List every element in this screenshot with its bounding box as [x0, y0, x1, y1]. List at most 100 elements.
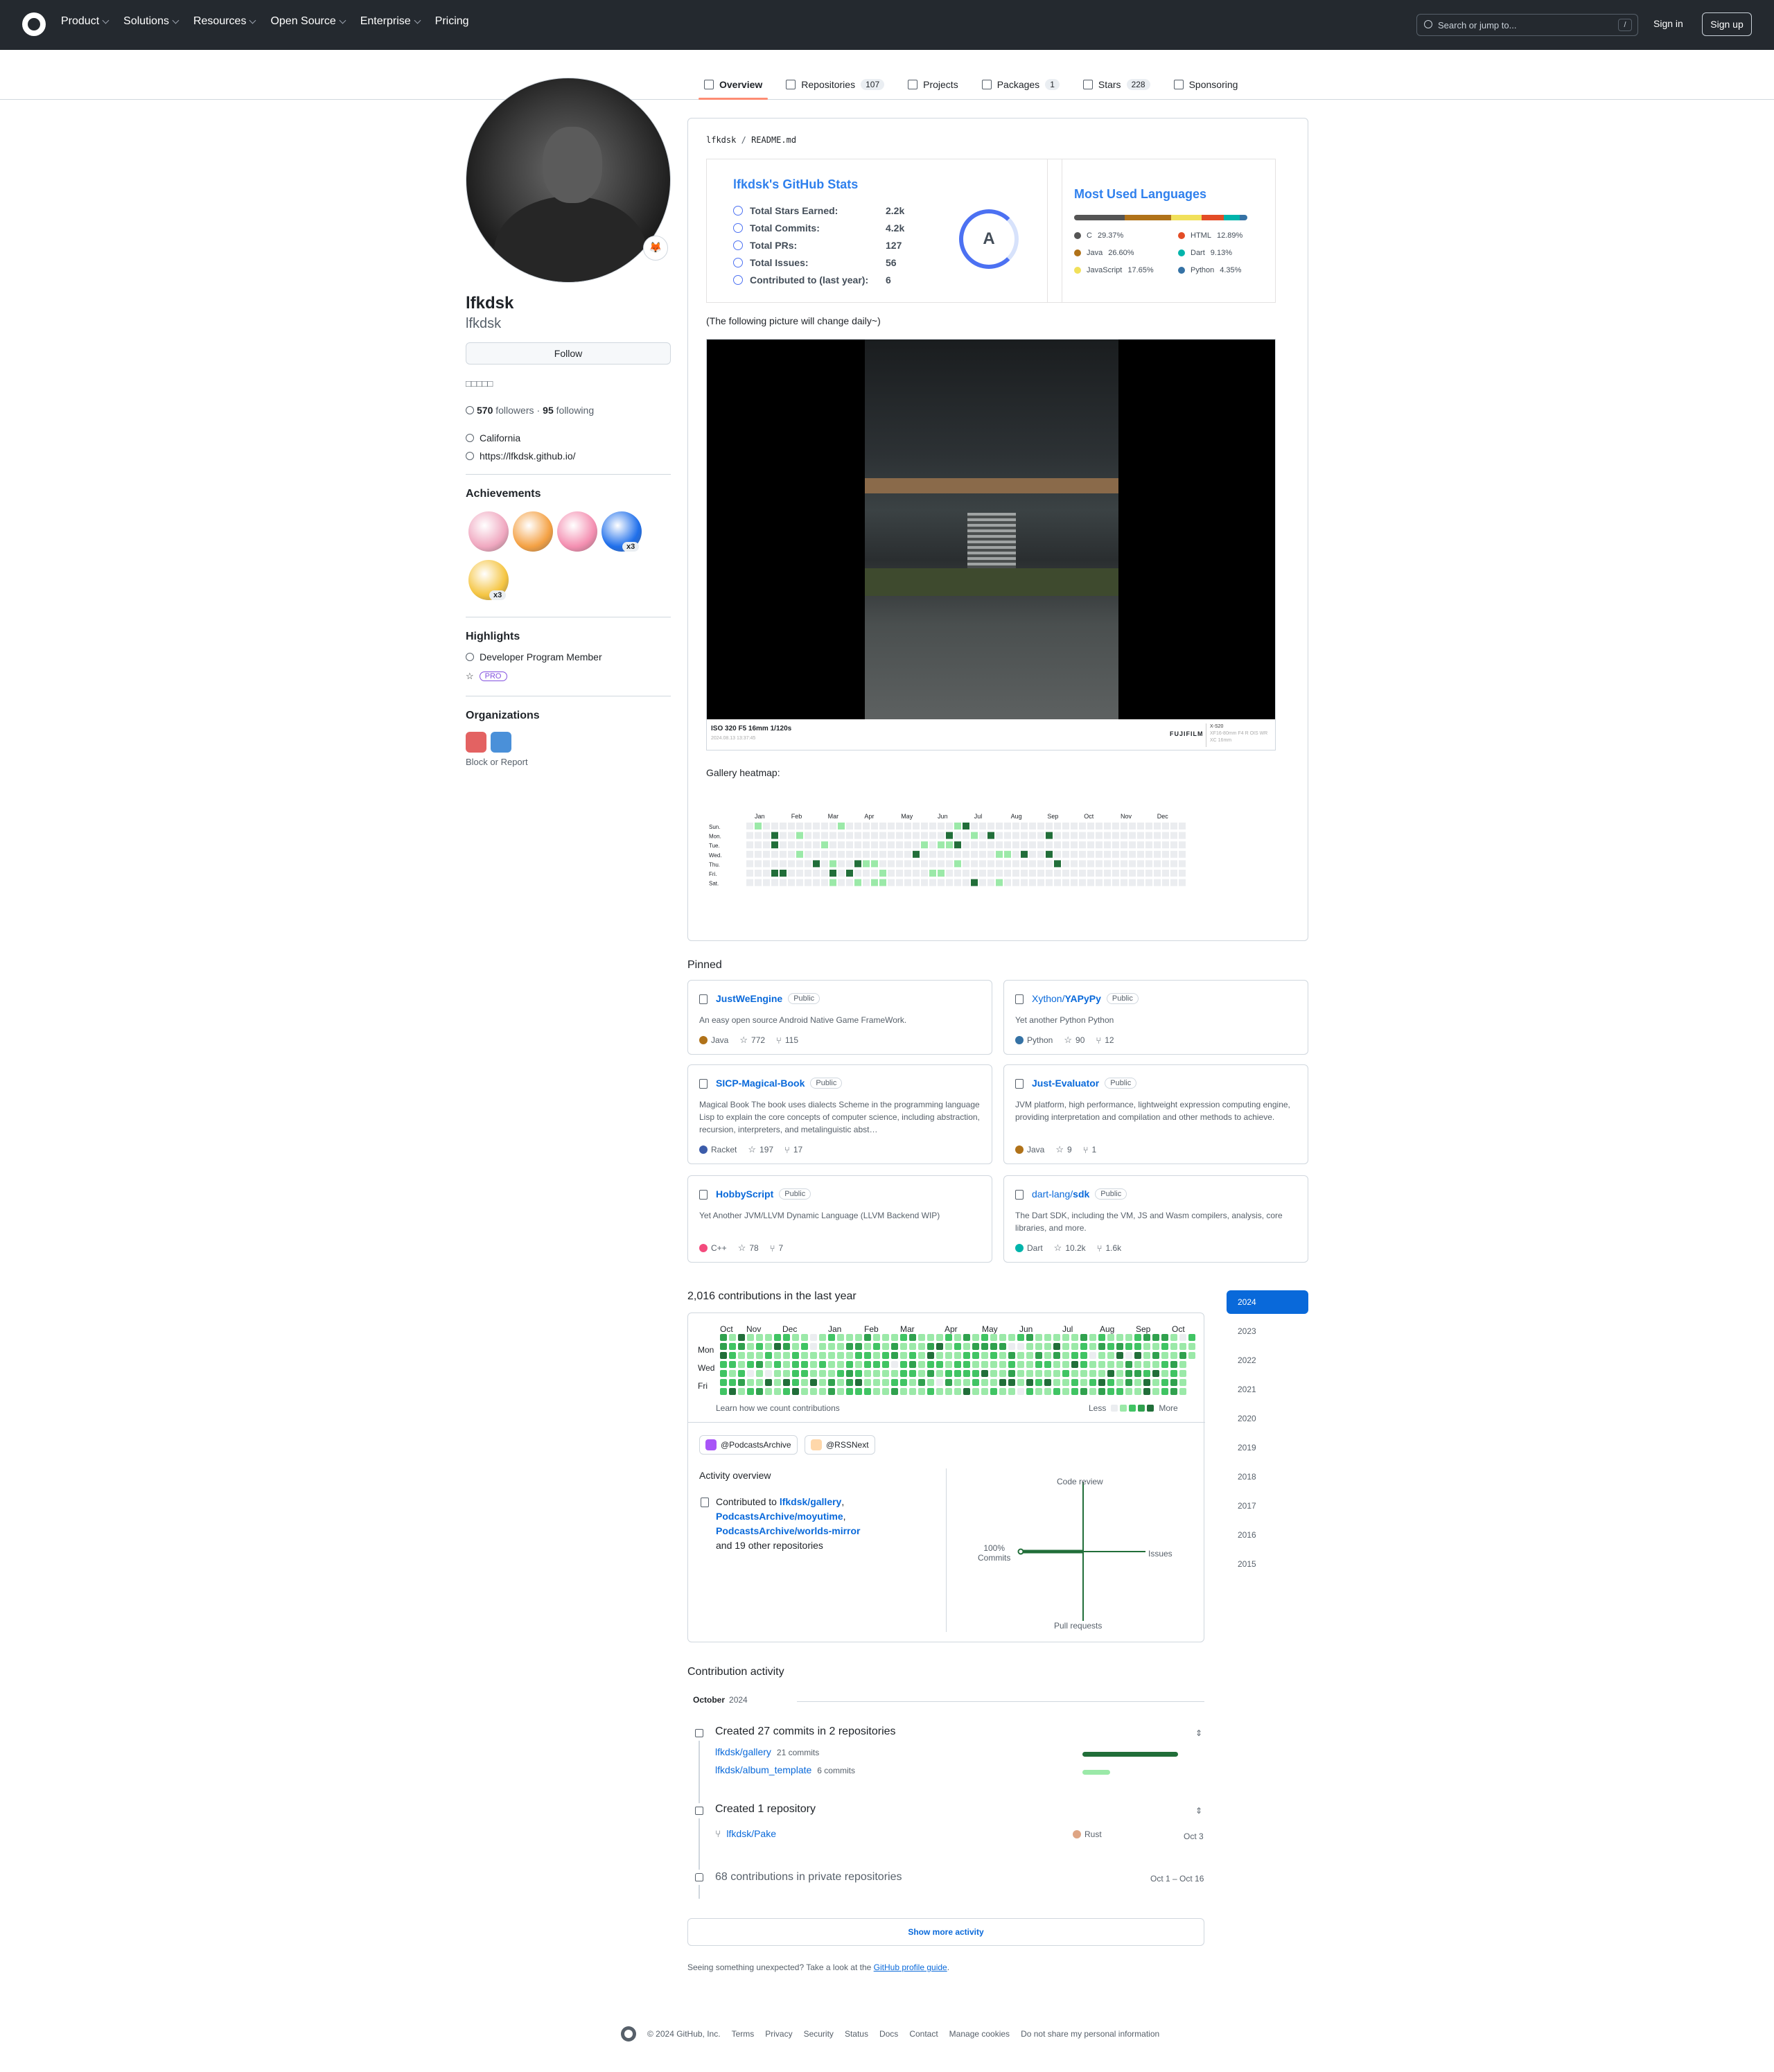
nav-product[interactable]: Product: [61, 15, 109, 28]
achievement-badge[interactable]: [557, 511, 597, 552]
heatmap-cell: [1021, 832, 1028, 839]
nav-solutions[interactable]: Solutions: [123, 15, 179, 28]
language-percent: 9.13%: [1210, 249, 1232, 257]
commit-repo-link[interactable]: lfkdsk/gallery 21 commits: [715, 1746, 819, 1757]
pinned-repo-forks[interactable]: ⑂ 115: [776, 1035, 798, 1046]
year-2020[interactable]: 2020: [1227, 1407, 1308, 1430]
commit-repo-link[interactable]: lfkdsk/album_template 6 commits: [715, 1764, 855, 1775]
footer-link-status[interactable]: Status: [845, 2029, 868, 2039]
pinned-repo-stars[interactable]: ☆ 10.2k: [1054, 1243, 1086, 1254]
learn-contributions-link[interactable]: Learn how we count contributions: [716, 1403, 840, 1413]
tab-stars[interactable]: Stars 228: [1075, 71, 1159, 98]
footer-link-terms[interactable]: Terms: [732, 2029, 755, 2039]
pinned-repo-name[interactable]: HobbyScript Public: [716, 1188, 811, 1200]
tab-projects[interactable]: Projects: [899, 71, 967, 98]
tab-overview[interactable]: Overview: [696, 71, 771, 100]
heatmap-cell: [763, 850, 770, 858]
heatmap-cell: [813, 832, 820, 839]
pinned-repo-forks[interactable]: ⑂ 1.6k: [1097, 1243, 1122, 1254]
achievement-badge[interactable]: [468, 511, 509, 552]
pinned-repo-forks[interactable]: ⑂ 7: [770, 1243, 784, 1254]
nav-enterprise[interactable]: Enterprise: [360, 15, 421, 28]
pinned-repo-stars[interactable]: ☆ 772: [739, 1035, 765, 1046]
footer-link-contact[interactable]: Contact: [909, 2029, 938, 2039]
achievement-badge[interactable]: [513, 511, 553, 552]
contribution-day-cell: [729, 1352, 736, 1359]
year-2022[interactable]: 2022: [1227, 1349, 1308, 1372]
sign-up-button[interactable]: Sign up: [1702, 12, 1752, 36]
year-2021[interactable]: 2021: [1227, 1378, 1308, 1401]
photo-plants-shape: [865, 568, 1118, 596]
avatar[interactable]: [466, 78, 671, 283]
activity-repo-link[interactable]: PodcastsArchive/worlds-mirror: [716, 1525, 861, 1536]
contribution-day-cell: [963, 1379, 970, 1386]
org-avatar-1[interactable]: [466, 732, 486, 753]
pinned-repo-name[interactable]: SICP-Magical-Book Public: [716, 1078, 843, 1089]
year-2015[interactable]: 2015: [1227, 1552, 1308, 1576]
heatmap-cell: [1087, 850, 1094, 858]
pinned-repo-stars[interactable]: ☆ 90: [1064, 1035, 1084, 1046]
year-2024[interactable]: 2024: [1227, 1290, 1308, 1314]
heatmap-cell: [938, 870, 945, 877]
nav-pricing[interactable]: Pricing: [435, 15, 469, 28]
pinned-repo-forks[interactable]: ⑂ 1: [1083, 1145, 1097, 1155]
pinned-repo-name[interactable]: Just-Evaluator Public: [1032, 1078, 1137, 1089]
github-logo-icon[interactable]: [22, 12, 46, 36]
org-avatar-2[interactable]: [491, 732, 511, 753]
sign-in-link[interactable]: Sign in: [1653, 18, 1683, 29]
pinned-repo-stars[interactable]: ☆ 197: [748, 1144, 773, 1155]
contribution-day-cell: [1062, 1370, 1069, 1377]
following-link[interactable]: 95 following: [543, 405, 594, 416]
new-repo-link[interactable]: ⑂ lfkdsk/Pake: [715, 1828, 776, 1839]
follow-button[interactable]: Follow: [466, 342, 671, 365]
contribution-day-cell: [828, 1370, 835, 1377]
heatmap-cell: [838, 841, 845, 849]
footer-link-docs[interactable]: Docs: [879, 2029, 898, 2039]
heatmap-cell: [763, 879, 770, 886]
activity-repo-link[interactable]: PodcastsArchive/moyutime: [716, 1511, 843, 1522]
contribution-day-cell: [747, 1343, 754, 1350]
tab-packages[interactable]: Packages 1: [974, 71, 1068, 98]
pinned-repo-forks[interactable]: ⑂ 12: [1096, 1035, 1114, 1046]
footer-link-manage-cookies[interactable]: Manage cookies: [949, 2029, 1010, 2039]
footer: © 2024 GitHub, Inc. Terms Privacy Security…: [621, 2026, 1159, 2042]
nav-open-source[interactable]: Open Source: [270, 15, 346, 28]
year-2023[interactable]: 2023: [1227, 1319, 1308, 1343]
activity-overview-title: Activity overview: [699, 1470, 771, 1481]
show-more-activity-button[interactable]: Show more activity: [687, 1918, 1204, 1946]
tab-repositories[interactable]: Repositories 107: [778, 71, 893, 98]
heatmap-cell: [1179, 850, 1186, 858]
status-emoji-badge[interactable]: 🦊: [643, 236, 668, 261]
footer-link-do-not-share-my-personal-information[interactable]: Do not share my personal information: [1021, 2029, 1159, 2039]
search-input[interactable]: Search or jump to... /: [1416, 14, 1638, 36]
year-2018[interactable]: 2018: [1227, 1465, 1308, 1489]
pinned-repo-name[interactable]: Xython/YAPyPy Public: [1032, 993, 1139, 1004]
pinned-repo-name[interactable]: dart-lang/sdk Public: [1032, 1188, 1127, 1200]
heatmap-cell: [1096, 823, 1103, 829]
commits-event-title: Created 27 commits in 2 repositories: [715, 1726, 896, 1737]
github-logo-icon[interactable]: [621, 2026, 636, 2042]
year-2019[interactable]: 2019: [1227, 1436, 1308, 1459]
website-link[interactable]: https://lfkdsk.github.io/: [480, 450, 576, 462]
fold-icon[interactable]: ⇕: [1195, 1728, 1203, 1738]
footer-link-security[interactable]: Security: [804, 2029, 834, 2039]
tab-sponsoring[interactable]: Sponsoring: [1166, 71, 1247, 98]
org-filter-podcastsarchive[interactable]: @PodcastsArchive: [699, 1435, 798, 1455]
profile-guide-link[interactable]: GitHub profile guide: [874, 1963, 947, 1972]
fold-icon[interactable]: ⇕: [1195, 1806, 1203, 1816]
block-or-report-link[interactable]: Block or Report: [466, 757, 528, 767]
pinned-repo-name[interactable]: JustWeEngine Public: [716, 993, 820, 1004]
contribution-day-cell: [954, 1343, 961, 1350]
org-filter-rssnext[interactable]: @RSSNext: [805, 1435, 875, 1455]
year-2017[interactable]: 2017: [1227, 1494, 1308, 1518]
activity-repo-link[interactable]: lfkdsk/gallery: [780, 1496, 842, 1507]
website-row[interactable]: https://lfkdsk.github.io/: [466, 450, 576, 462]
year-2016[interactable]: 2016: [1227, 1523, 1308, 1547]
pinned-repo-stars[interactable]: ☆ 9: [1055, 1144, 1071, 1155]
footer-link-privacy[interactable]: Privacy: [765, 2029, 792, 2039]
pinned-repo-stars[interactable]: ☆ 78: [738, 1243, 759, 1254]
heatmap-cell: [996, 860, 1003, 868]
followers-link[interactable]: 570 followers: [477, 405, 534, 416]
pinned-repo-forks[interactable]: ⑂ 17: [784, 1145, 802, 1155]
nav-resources[interactable]: Resources: [193, 15, 256, 28]
